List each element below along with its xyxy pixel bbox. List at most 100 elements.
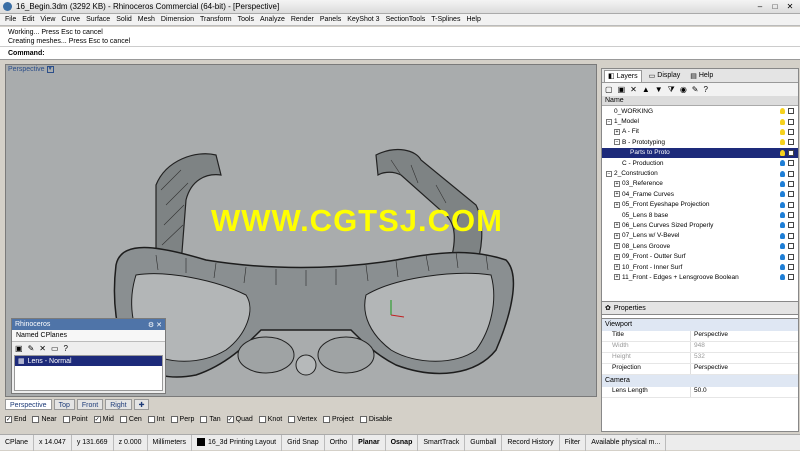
osnap-perp[interactable]: Perp <box>170 415 194 423</box>
layer-row[interactable]: +08_Lens Groove <box>602 241 798 251</box>
menu-item-mesh[interactable]: Mesh <box>138 16 155 23</box>
lightbulb-icon[interactable] <box>780 201 785 208</box>
osnap-mid[interactable]: ✓ Mid <box>93 415 114 423</box>
checkbox[interactable] <box>170 415 178 423</box>
lightbulb-icon[interactable] <box>780 191 785 198</box>
property-value[interactable]: Perspective <box>690 331 798 341</box>
checkbox[interactable] <box>200 415 208 423</box>
lock-icon[interactable] <box>788 264 794 271</box>
lightbulb-icon[interactable] <box>780 108 785 115</box>
layer-row[interactable]: Parts to Proto <box>602 147 798 158</box>
checkbox[interactable] <box>32 415 40 423</box>
lock-icon[interactable] <box>788 222 794 229</box>
lock-icon[interactable] <box>788 232 794 239</box>
checkbox[interactable]: ✓ <box>93 415 101 423</box>
filter-icon[interactable]: ⧩ <box>668 85 675 95</box>
add-viewport-icon[interactable]: ✚ <box>133 399 150 410</box>
planar-toggle[interactable]: Planar <box>353 434 386 451</box>
menu-item-keyshot-3[interactable]: KeyShot 3 <box>347 16 379 23</box>
menu-item-edit[interactable]: Edit <box>22 16 34 23</box>
expand-icon[interactable]: − <box>606 170 612 177</box>
gumball-toggle[interactable]: Gumball <box>465 434 503 451</box>
record-history-toggle[interactable]: Record History <box>502 434 560 451</box>
layer-row[interactable]: −1_Model <box>602 116 798 126</box>
lock-icon[interactable] <box>788 274 794 281</box>
menu-item-analyze[interactable]: Analyze <box>260 16 285 23</box>
lightbulb-icon[interactable] <box>780 118 785 125</box>
checkbox[interactable]: ✓ <box>226 415 234 423</box>
close-button[interactable]: ✕ <box>784 1 796 12</box>
move-up-icon[interactable]: ▲ <box>642 85 650 94</box>
layer-row[interactable]: +03_Reference <box>602 179 798 189</box>
lock-icon[interactable] <box>788 170 794 177</box>
panel-title-bar[interactable]: Rhinoceros ⚙ ✕ <box>12 319 165 330</box>
tab-perspective[interactable]: Perspective <box>5 399 52 410</box>
expand-icon[interactable]: + <box>614 191 620 198</box>
menu-item-curve[interactable]: Curve <box>61 16 80 23</box>
checkbox[interactable] <box>258 415 266 423</box>
menu-item-panels[interactable]: Panels <box>320 16 341 23</box>
checkbox[interactable] <box>147 415 155 423</box>
osnap-point[interactable]: Point <box>62 415 88 423</box>
tools-icon[interactable]: ✎ <box>692 85 699 94</box>
osnap-quad[interactable]: ✓ Quad <box>226 415 253 423</box>
expand-icon[interactable]: + <box>614 180 620 187</box>
expand-icon[interactable]: + <box>614 201 620 208</box>
lock-icon[interactable] <box>788 108 794 115</box>
menu-item-transform[interactable]: Transform <box>200 16 232 23</box>
new-layer-icon[interactable]: ▢ <box>605 85 613 94</box>
lightbulb-icon[interactable] <box>780 149 785 156</box>
viewport-menu-icon[interactable]: ▼ <box>46 66 54 73</box>
osnap-end[interactable]: ✓ End <box>5 415 26 423</box>
panel-close-icon[interactable]: ⚙ ✕ <box>148 321 162 329</box>
lightbulb-icon[interactable] <box>780 139 785 146</box>
layer-row[interactable]: +06_Lens Curves Sized Properly <box>602 220 798 230</box>
expand-icon[interactable]: + <box>614 274 620 281</box>
lightbulb-icon[interactable] <box>780 264 785 271</box>
expand-icon[interactable]: + <box>614 128 620 135</box>
help-icon[interactable]: ? <box>704 85 708 94</box>
list-item[interactable]: ▦ Lens - Normal <box>15 356 162 366</box>
command-input[interactable] <box>48 48 749 58</box>
checkbox[interactable] <box>119 415 127 423</box>
expand-icon[interactable]: + <box>614 264 620 271</box>
menu-item-dimension[interactable]: Dimension <box>161 16 194 23</box>
checkbox[interactable] <box>359 415 367 423</box>
layer-row[interactable]: +05_Front Eyeshape Projection <box>602 200 798 210</box>
layer-row[interactable]: C - Production <box>602 158 798 168</box>
expand-icon[interactable]: − <box>614 139 620 146</box>
maximize-button[interactable]: □ <box>769 1 781 12</box>
lock-icon[interactable] <box>788 128 794 135</box>
layer-row[interactable]: 0_WORKING <box>602 106 798 116</box>
layer-row[interactable]: +04_Frame Curves <box>602 189 798 199</box>
tab-layers[interactable]: ◧ Layers <box>604 69 642 82</box>
osnap-knot[interactable]: Knot <box>258 415 282 423</box>
layer-row[interactable]: +07_Lens w/ V-Bevel <box>602 231 798 241</box>
menu-item-help[interactable]: Help <box>466 16 480 23</box>
lightbulb-icon[interactable] <box>780 222 785 229</box>
layer-row[interactable]: +09_Front - Outter Surf <box>602 251 798 261</box>
menu-item-sectiontools[interactable]: SectionTools <box>386 16 426 23</box>
menu-item-file[interactable]: File <box>5 16 16 23</box>
tab-display[interactable]: ▭ Display <box>646 70 684 82</box>
osnap-project[interactable]: Project <box>323 415 354 423</box>
tab-front[interactable]: Front <box>76 399 104 410</box>
menu-item-surface[interactable]: Surface <box>86 16 110 23</box>
lock-icon[interactable] <box>788 212 794 219</box>
layer-row[interactable]: 05_Lens 8 base <box>602 210 798 220</box>
lightbulb-icon[interactable] <box>780 170 785 177</box>
lightbulb-icon[interactable] <box>780 232 785 239</box>
status-cplane[interactable]: CPlane <box>0 434 34 451</box>
menu-item-solid[interactable]: Solid <box>116 16 132 23</box>
lightbulb-icon[interactable] <box>780 160 785 167</box>
lightbulb-icon[interactable]: ◉ <box>680 85 687 94</box>
osnap-int[interactable]: Int <box>147 415 165 423</box>
menu-item-t-splines[interactable]: T-Splines <box>431 16 460 23</box>
lock-icon[interactable] <box>788 243 794 250</box>
lock-icon[interactable] <box>788 180 794 187</box>
tab-right[interactable]: Right <box>105 399 132 410</box>
lightbulb-icon[interactable] <box>780 243 785 250</box>
help-icon[interactable]: ? <box>64 344 68 353</box>
menu-item-tools[interactable]: Tools <box>238 16 254 23</box>
lock-icon[interactable] <box>788 201 794 208</box>
